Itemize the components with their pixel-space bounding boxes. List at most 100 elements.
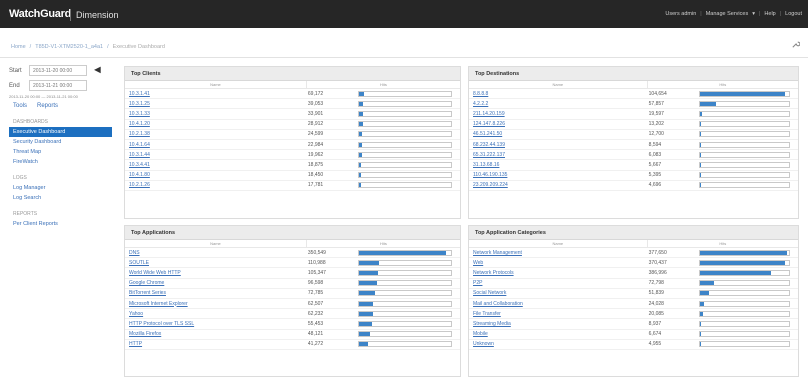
row-name-link[interactable]: P2P <box>469 280 647 286</box>
row-name-link[interactable]: BitTorrent Series <box>125 290 306 296</box>
row-name-link[interactable]: 10.3.4.41 <box>125 162 306 168</box>
sidebar-item-per-client-reports[interactable]: Per Client Reports <box>9 219 112 229</box>
nav-logout-link[interactable]: Logout <box>785 11 802 17</box>
breadcrumb-current: Executive Dashboard <box>112 44 165 50</box>
table-row: 46.51.241.50 12,700 <box>469 130 798 140</box>
row-name-link[interactable]: 10.3.1.33 <box>125 111 306 117</box>
table-row: 68.232.44.139 8,594 <box>469 140 798 151</box>
row-name-link[interactable]: 124.147.8.226 <box>469 121 647 127</box>
hits-bar <box>698 100 790 107</box>
row-name-link[interactable]: Social Network <box>469 290 647 296</box>
row-name-link[interactable]: 10.3.1.25 <box>125 101 306 107</box>
row-hit-count: 62,232 <box>307 310 324 317</box>
sidebar-item-executive-dashboard[interactable]: Executive Dashboard <box>9 127 112 137</box>
row-name-link[interactable]: DNS <box>125 250 306 256</box>
nav-manage-services-chevron-icon[interactable]: ▾ <box>752 11 755 17</box>
sidebar-item-firewatch[interactable]: FireWatch <box>9 157 112 167</box>
name-column-header[interactable]: Name <box>469 240 647 247</box>
row-hit-count: 55,453 <box>307 320 324 327</box>
row-name-link[interactable]: Microsoft Internet Explorer <box>125 301 306 307</box>
row-name-link[interactable]: 4.2.2.2 <box>469 101 647 107</box>
row-name-link[interactable]: 10.4.1.20 <box>125 121 306 127</box>
row-name-link[interactable]: 10.3.1.41 <box>125 91 306 97</box>
sidebar-item-log-search[interactable]: Log Search <box>9 193 112 203</box>
sidebar-item-security-dashboard[interactable]: Security Dashboard <box>9 137 112 147</box>
name-column-header[interactable]: Name <box>125 81 306 88</box>
hits-bar-fill <box>358 183 361 188</box>
table-row: 10.2.1.26 17,781 <box>125 181 460 191</box>
hits-bar <box>357 331 452 338</box>
hits-bar <box>698 141 790 148</box>
row-name-link[interactable]: 68.232.44.139 <box>469 142 647 148</box>
row-name-link[interactable]: 46.51.241.50 <box>469 131 647 137</box>
table-row: 124.147.8.226 13,202 <box>469 120 798 130</box>
hits-bar <box>698 320 790 327</box>
row-name-link[interactable]: 10.3.1.44 <box>125 152 306 158</box>
hits-column-header[interactable]: Hits <box>646 240 798 247</box>
nav-help-link[interactable]: Help <box>764 11 775 17</box>
row-name-link[interactable]: 10.4.1.80 <box>125 172 306 178</box>
row-name-link[interactable]: 211.14.20.159 <box>469 111 647 117</box>
hits-bar-fill <box>358 142 362 147</box>
row-name-link[interactable]: 10.2.1.38 <box>125 131 306 137</box>
row-name-link[interactable]: File Transfer <box>469 311 647 317</box>
hits-column-header[interactable]: Hits <box>305 240 460 247</box>
row-name-link[interactable]: 10.2.1.26 <box>125 182 306 188</box>
table-row: Unknown 4,955 <box>469 340 798 350</box>
name-column-header[interactable]: Name <box>469 81 647 88</box>
hits-bar <box>357 341 452 348</box>
header-divider <box>0 57 808 58</box>
row-name-link[interactable]: World Wide Web HTTP <box>125 270 306 276</box>
row-name-link[interactable]: Mobile <box>469 331 647 337</box>
start-datetime-field[interactable]: 2013-11-20 00:00 <box>29 65 87 76</box>
back-arrow-icon[interactable]: ◀ <box>90 65 105 76</box>
panel-title: Top Destinations <box>469 67 798 81</box>
row-name-link[interactable]: Web <box>469 260 647 266</box>
tools-link[interactable]: Tools <box>13 103 27 109</box>
breadcrumb-home[interactable]: Home <box>11 44 26 50</box>
hits-bar <box>357 300 452 307</box>
row-name-link[interactable]: Mozilla Firefox <box>125 331 306 337</box>
table-row: 10.3.1.44 19,962 <box>125 150 460 161</box>
hits-bar-fill <box>358 281 378 286</box>
hits-bar-fill <box>699 311 704 316</box>
reports-link[interactable]: Reports <box>37 103 58 109</box>
sidebar: Start 2013-11-20 00:00 ◀ End 2013-11-21 … <box>9 64 112 374</box>
row-name-link[interactable]: HTTP <box>125 341 306 347</box>
nav-separator: | <box>758 11 761 17</box>
row-hit-count: 8,594 <box>648 141 662 148</box>
hits-bar-fill <box>699 342 702 347</box>
row-name-link[interactable]: SOUTLE <box>125 260 306 266</box>
row-name-link[interactable]: 31.13.68.16 <box>469 162 647 168</box>
row-name-link[interactable]: Yahoo <box>125 311 306 317</box>
row-name-link[interactable]: Streaming Media <box>469 321 647 327</box>
end-datetime-field[interactable]: 2013-11-21 00:00 <box>29 80 87 91</box>
row-name-link[interactable]: Network Management <box>469 250 647 256</box>
nav-manage-services-link[interactable]: Manage Services <box>706 11 749 17</box>
nav-user-link[interactable]: Users admin <box>665 11 696 17</box>
row-name-link[interactable]: Mail and Collaboration <box>469 301 647 307</box>
row-name-link[interactable]: HTTP Protocol over TLS SSL <box>125 321 306 327</box>
row-name-link[interactable]: Network Protocols <box>469 270 647 276</box>
row-hit-count: 19,597 <box>648 110 664 117</box>
table-row: 10.3.1.41 69,172 <box>125 89 460 100</box>
row-name-link[interactable]: 8.8.8.8 <box>469 91 647 97</box>
brand-logo[interactable]: WatchGuard <box>9 8 71 20</box>
name-column-header[interactable]: Name <box>125 240 306 247</box>
row-name-link[interactable]: 110.46.190.135 <box>469 172 647 178</box>
row-name-link[interactable]: 65.31.222.137 <box>469 152 647 158</box>
table-row: Social Network 51,839 <box>469 289 798 299</box>
table-row: BitTorrent Series 72,785 <box>125 289 460 299</box>
row-name-link[interactable]: 10.4.1.64 <box>125 142 306 148</box>
sidebar-item-log-manager[interactable]: Log Manager <box>9 183 112 193</box>
row-name-link[interactable]: Unknown <box>469 341 647 347</box>
hits-column-header[interactable]: Hits <box>305 81 460 88</box>
breadcrumb-device[interactable]: T85D-V1-XTM2520-1_a4a1 <box>35 44 103 50</box>
sidebar-item-threat-map[interactable]: Threat Map <box>9 147 112 157</box>
wrench-icon[interactable] <box>791 40 800 49</box>
hits-column-header[interactable]: Hits <box>646 81 798 88</box>
table-row: 10.4.1.64 22,984 <box>125 140 460 151</box>
top-nav: Users admin | Manage Services ▾ | Help |… <box>665 11 802 17</box>
row-name-link[interactable]: Google Chrome <box>125 280 306 286</box>
row-name-link[interactable]: 23.209.209.224 <box>469 182 647 188</box>
